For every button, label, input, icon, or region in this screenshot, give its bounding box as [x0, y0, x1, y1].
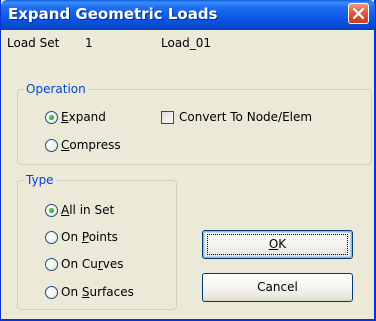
load-set-id: 1	[85, 36, 93, 50]
cancel-button[interactable]: Cancel	[202, 273, 353, 302]
type-legend: Type	[24, 173, 56, 187]
close-icon	[353, 8, 364, 19]
radio-expand[interactable]: Expand	[45, 110, 106, 124]
radio-button[interactable]	[45, 138, 58, 152]
window-title: Expand Geometric Loads	[8, 5, 218, 23]
radio-button[interactable]	[45, 285, 58, 299]
radio-on-curves[interactable]: On Curves	[45, 257, 124, 271]
radio-selected-dot	[49, 114, 54, 120]
dialog-window: Expand Geometric Loads Load Set 1 Load_0…	[0, 0, 376, 321]
close-button[interactable]	[348, 3, 369, 24]
operation-legend: Operation	[24, 82, 88, 96]
cancel-button-label: Cancel	[257, 280, 298, 294]
radio-on-points[interactable]: On Points	[45, 230, 118, 244]
convert-to-node-elem-checkbox[interactable]: Convert To Node/Elem	[161, 110, 312, 124]
radio-compress-label: Compress	[61, 138, 121, 152]
checkbox-box[interactable]	[161, 110, 174, 124]
radio-on-curves-label: On Curves	[61, 257, 124, 271]
load-set-label: Load Set	[7, 36, 60, 50]
operation-group: Operation	[17, 82, 372, 165]
radio-button[interactable]	[45, 230, 58, 244]
radio-button[interactable]	[45, 203, 58, 217]
title-bar[interactable]: Expand Geometric Loads	[1, 0, 375, 30]
radio-button[interactable]	[45, 110, 58, 124]
radio-on-points-label: On Points	[61, 230, 118, 244]
radio-selected-dot	[49, 207, 54, 213]
radio-on-surfaces-label: On Surfaces	[61, 285, 134, 299]
radio-on-surfaces[interactable]: On Surfaces	[45, 285, 134, 299]
convert-checkbox-label: Convert To Node/Elem	[179, 110, 313, 124]
radio-button[interactable]	[45, 257, 58, 271]
radio-expand-label: Expand	[61, 110, 106, 124]
focus-rectangle	[207, 234, 348, 255]
radio-all-in-set-label: All in Set	[61, 203, 115, 217]
load-set-name: Load_01	[161, 36, 212, 50]
radio-compress[interactable]: Compress	[45, 138, 121, 152]
ok-button[interactable]: OK	[202, 230, 353, 259]
radio-all-in-set[interactable]: All in Set	[45, 203, 114, 217]
